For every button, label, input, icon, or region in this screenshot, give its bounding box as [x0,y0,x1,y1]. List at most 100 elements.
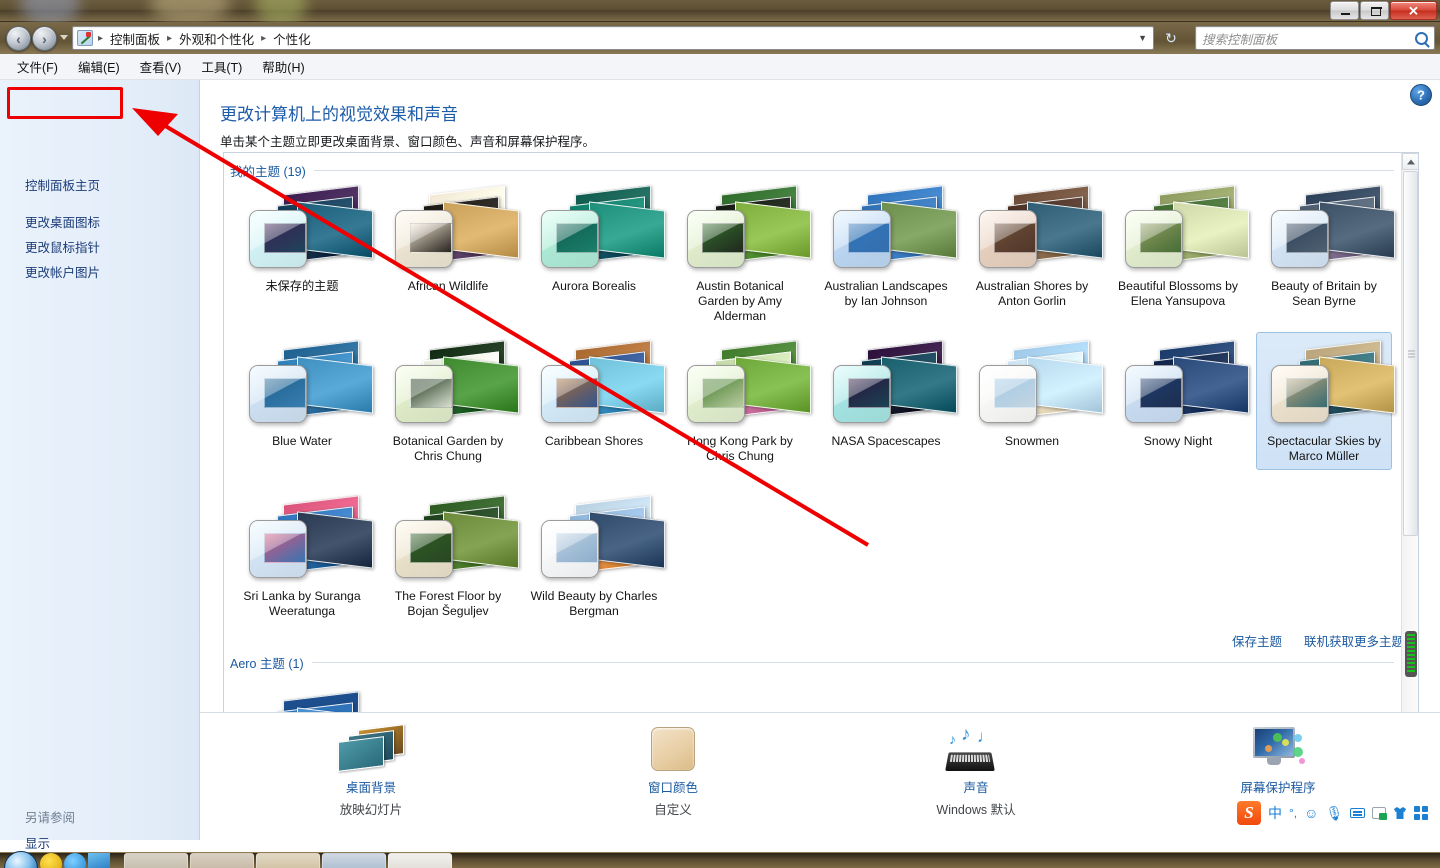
toolbar-item-window-color[interactable]: 窗口颜色 自定义 [568,725,778,818]
theme-item[interactable]: NASA Spacescapes [818,332,957,455]
toolbox-icon[interactable] [1372,807,1388,820]
theme-item[interactable]: Australian Landscapes by Ian Johnson [818,177,957,315]
theme-item[interactable]: African Wildlife [380,177,519,300]
theme-card [1027,201,1103,259]
theme-item[interactable]: Snowy Night [1110,332,1249,455]
toolbar-title[interactable]: 声音 [871,777,1081,796]
theme-name: Botanical Garden by Chris Chung [392,434,504,463]
toolbar-item-desktop-background[interactable]: 桌面背景 放映幻灯片 [266,724,476,818]
theme-item[interactable]: Blue Water [234,332,373,455]
breadcrumb-item-control-panel[interactable]: 控制面板 [108,29,162,48]
theme-actions: 保存主题 联机获取更多主题 [1232,631,1404,650]
theme-item[interactable]: Austin Botanical Garden by Amy Alderman [672,177,811,330]
theme-front-thumb [994,223,1036,253]
theme-item[interactable]: Spectacular Skies by Marco Müller [1256,332,1395,470]
toolbar-title[interactable]: 屏幕保护程序 [1173,777,1383,796]
theme-card [881,356,957,414]
sogou-logo-icon[interactable]: S [1237,801,1261,825]
start-button[interactable] [4,851,38,868]
sidebar-item-change-mouse-pointers[interactable]: 更改鼠标指针 [25,237,100,256]
soft-keyboard-icon[interactable] [1350,808,1366,818]
menu-bar: 文件(F) 编辑(E) 查看(V) 工具(T) 帮助(H) [0,54,1440,80]
breadcrumb[interactable]: ▸ 控制面板 ▸ 外观和个性化 ▸ 个性化 ▼ [72,26,1154,50]
scrollbar-thumb[interactable] [1403,171,1418,536]
microphone-icon[interactable]: 🎙 [1325,806,1343,820]
sidebar-item-change-desktop-icons[interactable]: 更改桌面图标 [25,212,100,231]
taskbar-window-3[interactable] [256,853,320,868]
maximize-button[interactable] [1360,1,1389,20]
theme-front-preview [249,210,307,268]
theme-item[interactable]: Snowmen [964,332,1103,455]
theme-item[interactable]: Wild Beauty by Charles Bergman [526,487,665,625]
taskbar-icon-1[interactable] [40,853,62,868]
recent-locations-dropdown-icon[interactable] [60,35,68,40]
apps-grid-icon[interactable] [1414,806,1429,820]
search-input[interactable]: 搜索控制面板 [1202,29,1415,48]
theme-name: 未保存的主题 [265,279,339,293]
theme-name: Australian Landscapes by Ian Johnson [824,279,948,308]
theme-card [735,201,811,259]
taskbar-window-1[interactable] [124,853,188,868]
theme-item-aero[interactable] [234,683,373,712]
theme-front-thumb [1286,378,1328,408]
theme-front-thumb [264,378,306,408]
sidebar-item-change-account-picture[interactable]: 更改帐户图片 [25,262,100,281]
back-button[interactable]: ‹ [6,26,31,51]
close-button[interactable]: ✕ [1390,1,1437,20]
breadcrumb-dropdown-icon[interactable]: ▼ [1138,33,1153,43]
theme-item[interactable]: Botanical Garden by Chris Chung [380,332,519,470]
toolbar-title[interactable]: 窗口颜色 [568,777,778,796]
toolbar-item-screensaver[interactable]: 屏幕保护程序 [1173,725,1383,799]
search-box[interactable]: 搜索控制面板 [1195,26,1435,50]
toolbar-title[interactable]: 桌面背景 [266,777,476,796]
theme-item[interactable]: Hong Kong Park by Chris Chung [672,332,811,470]
vertical-scrollbar[interactable] [1401,153,1418,712]
minimize-button[interactable] [1330,1,1359,20]
taskbar-window-4[interactable] [322,853,386,868]
taskbar-icon-3[interactable] [88,853,110,868]
theme-item[interactable]: Australian Shores by Anton Gorlin [964,177,1103,315]
theme-thumbnail [1259,182,1395,277]
menu-view[interactable]: 查看(V) [131,54,191,79]
taskbar-icon-2[interactable] [64,853,86,868]
emoji-icon[interactable]: ☺ [1304,806,1318,820]
theme-item[interactable]: Beauty of Britain by Sean Byrne [1256,177,1395,315]
theme-item[interactable]: Beautiful Blossoms by Elena Yansupova [1110,177,1249,315]
toolbar-item-sound[interactable]: ♪ ♪ ♩ 声音 Windows 默认 [871,724,1081,818]
theme-front-thumb [410,223,452,253]
theme-thumbnail [529,337,665,432]
theme-name: Hong Kong Park by Chris Chung [687,434,793,463]
chinese-mode-icon[interactable]: 中 [1268,806,1282,820]
menu-edit[interactable]: 编辑(E) [69,54,129,79]
taskbar-window-5[interactable] [388,853,452,868]
menu-tools[interactable]: 工具(T) [192,54,251,79]
theme-front-preview [687,210,745,268]
theme-item[interactable]: Aurora Borealis [526,177,665,300]
refresh-button[interactable]: ↻ [1160,27,1182,49]
save-theme-link[interactable]: 保存主题 [1232,631,1282,650]
skin-icon[interactable] [1393,806,1407,820]
menu-file[interactable]: 文件(F) [8,54,67,79]
theme-item[interactable]: Sri Lanka by Suranga Weeratunga [234,487,373,625]
punctuation-icon[interactable]: °, [1289,807,1297,819]
get-more-themes-online-link[interactable]: 联机获取更多主题 [1304,631,1404,650]
help-icon[interactable]: ? [1410,84,1432,106]
forward-button[interactable]: › [32,26,57,51]
page-title: 更改计算机上的视觉效果和声音 [220,105,458,124]
breadcrumb-item-personalization[interactable]: 个性化 [271,29,313,48]
theme-name: Caribbean Shores [544,434,644,448]
theme-item[interactable]: Caribbean Shores [526,332,665,455]
theme-item[interactable]: The Forest Floor by Bojan Šeguljev [380,487,519,625]
window-color-icon [568,725,778,773]
theme-thumbnail [821,337,957,432]
theme-item[interactable]: 未保存的主题 [234,177,373,300]
menu-help[interactable]: 帮助(H) [253,54,313,79]
taskbar-window-2[interactable] [190,853,254,868]
ime-toolbar[interactable]: S 中 °, ☺ 🎙 [1237,800,1437,826]
breadcrumb-item-appearance[interactable]: 外观和个性化 [177,29,256,48]
sidebar-item-control-panel-home[interactable]: 控制面板主页 [25,175,100,194]
sidebar-item-display[interactable]: 显示 [25,833,50,852]
scroll-up-button[interactable] [1402,153,1418,170]
theme-front-thumb [1140,378,1182,408]
theme-front-thumb [848,378,890,408]
